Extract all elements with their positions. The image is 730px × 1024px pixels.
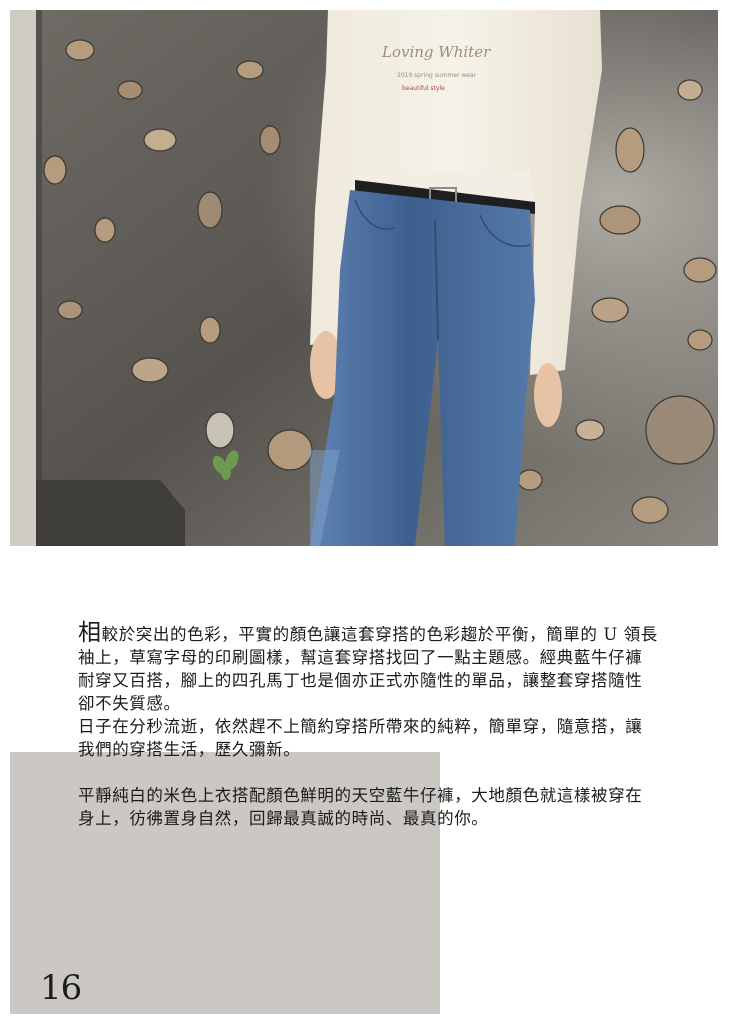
paragraph-1-text: 較於突出的色彩，平實的顏色讓這套穿搭的色彩趨於平衡，簡單的 U 領長袖上，草寫字…: [78, 625, 658, 713]
shirt-print-line2: beautiful style: [402, 85, 445, 92]
stone-step: [36, 480, 185, 546]
drop-cap: 相: [78, 620, 102, 646]
article-text: 相較於突出的色彩，平實的顏色讓這套穿搭的色彩趨於平衡，簡單的 U 領長袖上，草寫…: [78, 622, 658, 830]
paragraph-3: 平靜純白的米色上衣搭配顏色鮮明的天空藍牛仔褲，大地顏色就這樣被穿在身上，彷彿置身…: [78, 786, 643, 828]
shirt-print-script: Loving Whiter: [381, 43, 491, 61]
paragraph-2: 日子在分秒流逝，依然趕不上簡約穿搭所帶來的純粹，簡單穿，隨意搭，讓我們的穿搭生活…: [78, 717, 643, 759]
shirt-print-line1: 2019 spring summer wear: [397, 72, 477, 79]
paragraph-1: 相較於突出的色彩，平實的顏色讓這套穿搭的色彩趨於平衡，簡單的 U 領長袖上，草寫…: [78, 622, 658, 715]
left-pillar: [10, 10, 36, 546]
page-number: 16: [40, 968, 82, 1008]
right-hand: [534, 363, 562, 427]
fashion-photo: Loving Whiter 2019 spring summer wear be…: [10, 10, 718, 546]
